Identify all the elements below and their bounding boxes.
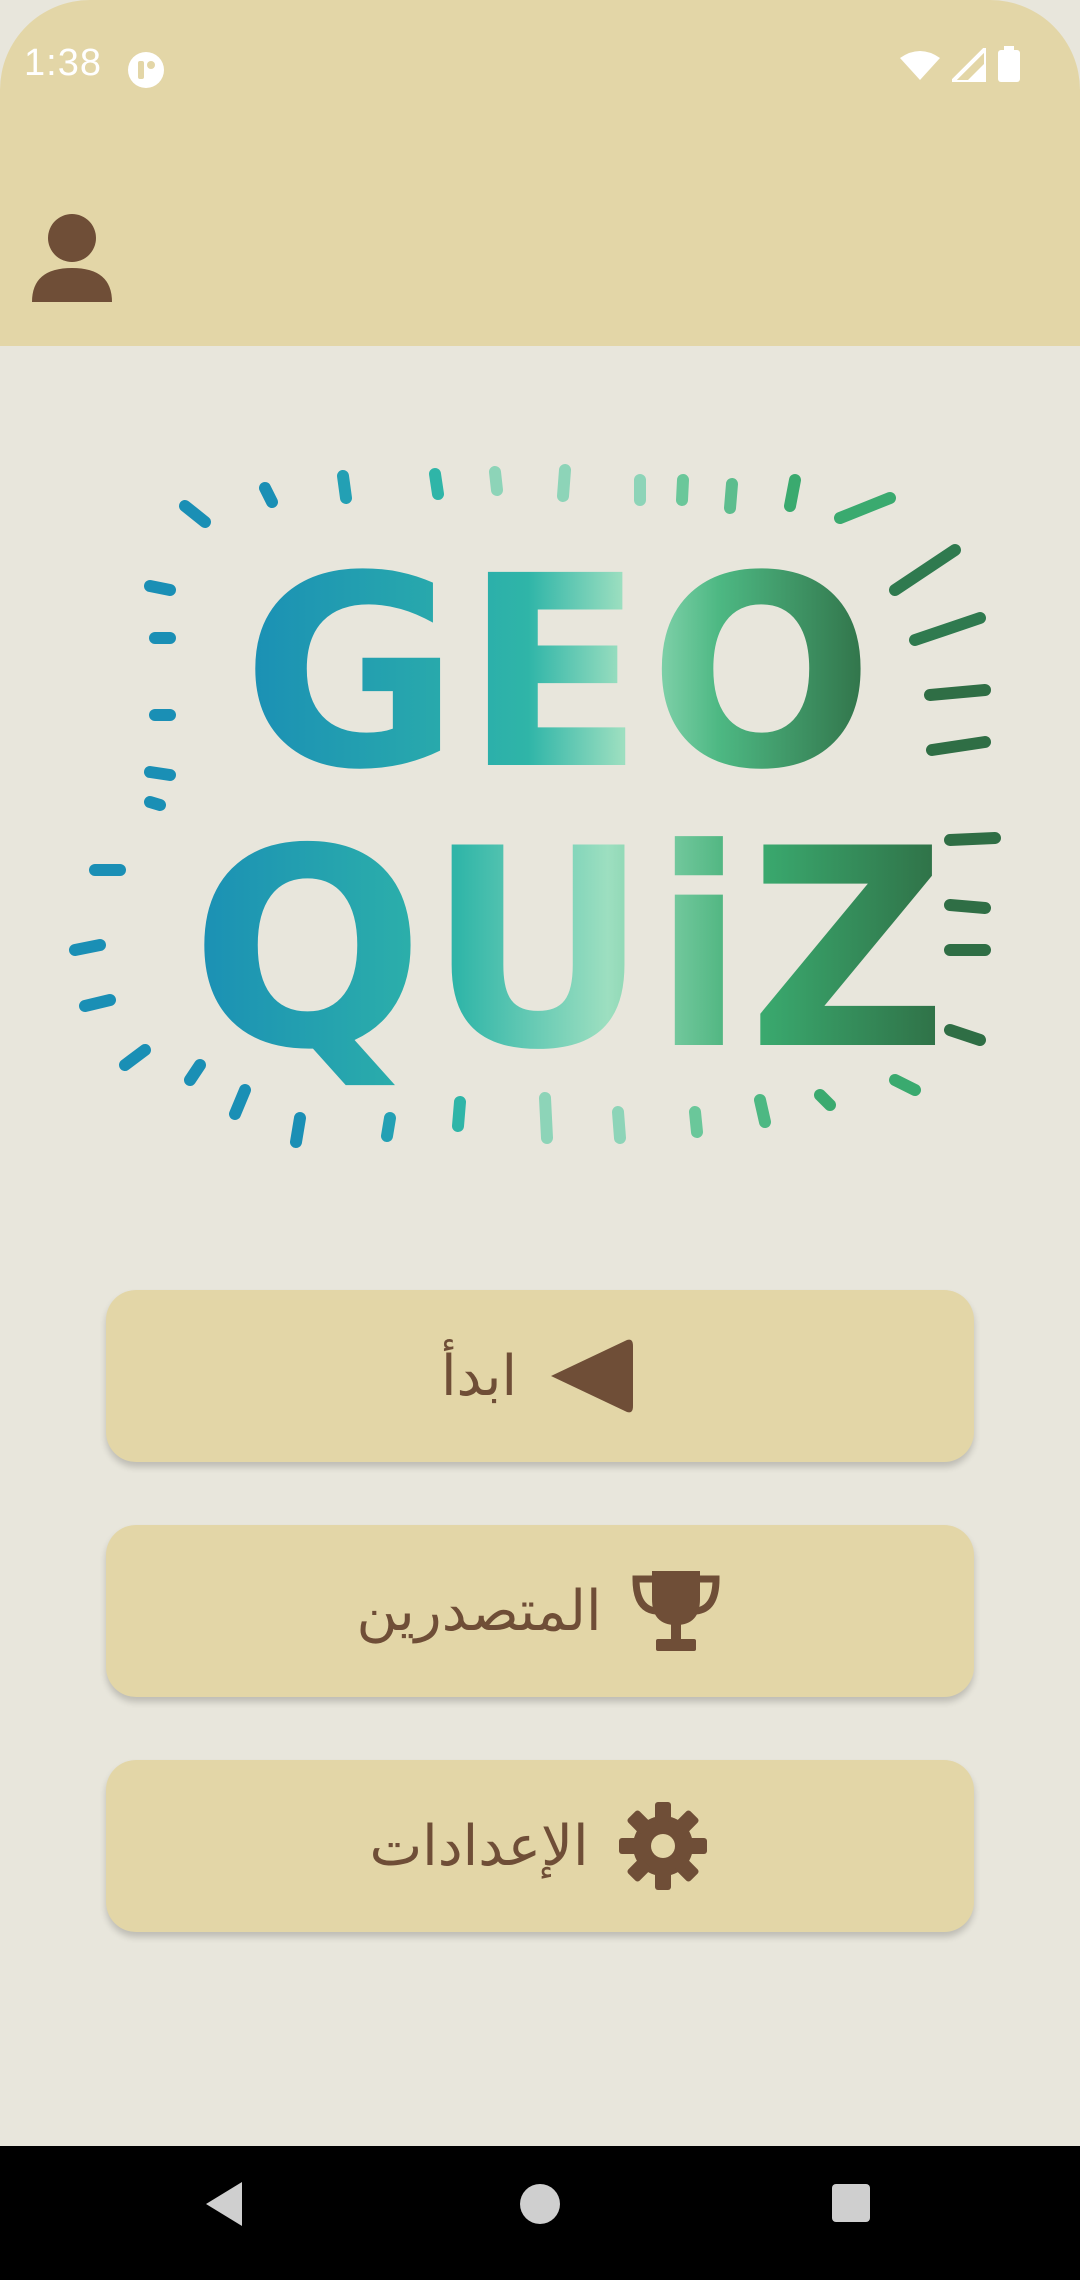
battery-icon [998,46,1020,82]
settings-button-label: الإعدادات [369,1813,589,1879]
leaderboard-button[interactable]: المتصدرين [106,1525,974,1697]
person-icon [32,214,112,302]
back-icon[interactable] [200,2176,250,2232]
profile-button[interactable] [26,210,118,306]
leaderboard-button-label: المتصدرين [356,1578,602,1644]
trophy-icon [632,1571,720,1651]
home-icon[interactable] [514,2176,566,2232]
start-button[interactable]: ابدأ [106,1290,974,1462]
recents-icon[interactable] [826,2176,876,2232]
logo-line-quiz: QUiZ [191,790,950,1110]
app-notification-icon [128,52,164,88]
settings-button[interactable]: الإعدادات [106,1760,974,1932]
status-time: 1:38 [24,42,102,84]
start-button-label: ابدأ [440,1343,518,1409]
status-icons [900,46,1060,86]
play-icon [551,1339,634,1413]
phone-screen: 1:38 GEO QUiZ ابدأ المتصدرين الإعدادات [0,0,1080,2280]
geo-quiz-logo: GEO QUiZ [69,464,1001,1148]
app-bar: 1:38 [0,0,1080,346]
gear-icon [618,1802,707,1890]
signal-icon [952,48,986,82]
logo-line-geo: GEO [242,520,878,828]
wifi-icon [900,51,940,80]
system-nav-bar [0,2146,1080,2280]
